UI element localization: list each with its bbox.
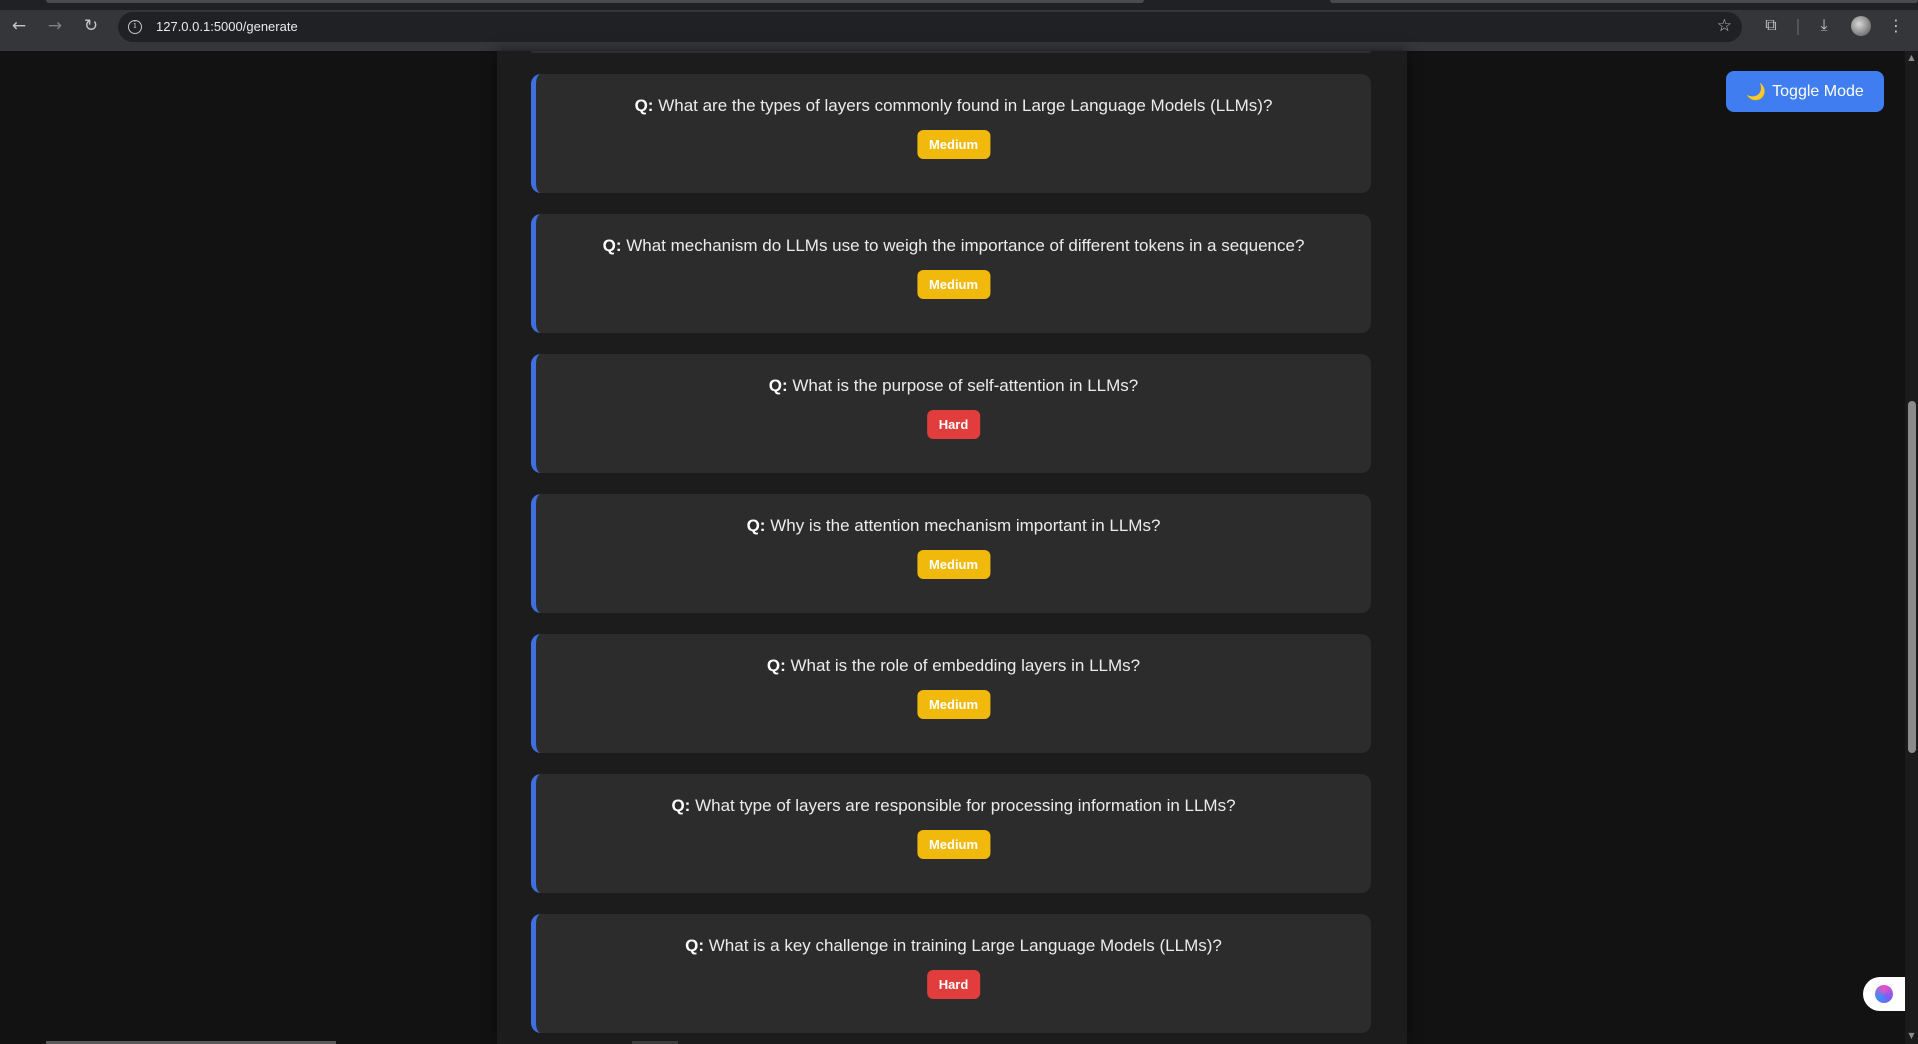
question-body: Why is the attention mechanism important… <box>770 516 1161 535</box>
difficulty-badge: Medium <box>916 690 991 719</box>
tab-indicator[interactable] <box>1330 0 1918 3</box>
vertical-scrollbar[interactable]: ▲ ▼ <box>1905 51 1918 1044</box>
difficulty-badge: Medium <box>916 830 991 859</box>
question-body: What is a key challenge in training Larg… <box>708 936 1222 955</box>
reload-icon: ↻ <box>83 16 99 36</box>
tab-strip <box>0 0 1918 10</box>
question-body: What are the types of layers commonly fo… <box>658 96 1273 115</box>
assistant-launcher-button[interactable] <box>1863 977 1905 1011</box>
arrow-right-icon: → <box>47 16 63 36</box>
question-text: Q: Why is the attention mechanism import… <box>536 515 1371 537</box>
toolbar-divider: | <box>1795 15 1801 35</box>
question-text: Q: What is the role of embedding layers … <box>536 655 1371 677</box>
question-prefix: Q: <box>746 516 766 535</box>
question-card: Q: Why is the attention mechanism import… <box>531 494 1371 613</box>
question-prefix: Q: <box>685 936 704 955</box>
scroll-up-arrow-icon[interactable]: ▲ <box>1907 53 1916 62</box>
question-prefix: Q: <box>766 656 786 675</box>
download-icon[interactable]: ⤓ <box>1813 14 1835 36</box>
arrow-left-icon: ← <box>11 16 27 36</box>
question-card: Q: What type of layers are responsible f… <box>531 774 1371 893</box>
question-card: Q: What are the types of layers commonly… <box>531 74 1371 193</box>
scroll-thumb[interactable] <box>1908 401 1916 753</box>
info-icon[interactable]: i <box>128 20 142 34</box>
difficulty-badge: Medium <box>916 130 991 159</box>
question-prefix: Q: <box>768 376 788 395</box>
moon-icon: 🌙 <box>1746 83 1767 101</box>
vertical-dots-icon[interactable]: ⋮ <box>1885 14 1907 36</box>
question-body: What mechanism do LLMs use to weigh the … <box>626 236 1305 255</box>
question-text: Q: What is the purpose of self-attention… <box>536 375 1371 397</box>
question-body: What is the purpose of self-attention in… <box>792 376 1139 395</box>
puzzle-icon[interactable]: ⧉ <box>1760 14 1782 36</box>
difficulty-badge: Medium <box>916 550 991 579</box>
question-card: Q: What mechanism do LLMs use to weigh t… <box>531 214 1371 333</box>
toggle-mode-button[interactable]: 🌙 Toggle Mode <box>1726 71 1884 112</box>
question-prefix: Q: <box>602 236 622 255</box>
browser-toolbar: ← → ↻ i 127.0.0.1:5000/generate ☆ ⧉ | ⤓ … <box>0 0 1918 51</box>
question-text: Q: What are the types of layers commonly… <box>536 95 1371 117</box>
difficulty-badge: Medium <box>916 270 991 299</box>
question-text: Q: What type of layers are responsible f… <box>536 795 1371 817</box>
question-card: Q: What is the purpose of self-attention… <box>531 354 1371 473</box>
scroll-down-arrow-icon[interactable]: ▼ <box>1907 1031 1916 1040</box>
previous-card-bottom <box>531 51 1371 53</box>
brain-icon <box>1875 985 1893 1003</box>
tab-indicator[interactable] <box>46 0 1144 3</box>
address-bar[interactable]: i 127.0.0.1:5000/generate ☆ <box>118 12 1742 42</box>
difficulty-badge: Hard <box>926 410 981 439</box>
question-text: Q: What is a key challenge in training L… <box>536 935 1371 957</box>
page-viewport: Q: What are the types of layers commonly… <box>0 51 1918 1044</box>
question-card: Q: What is the role of embedding layers … <box>531 634 1371 753</box>
url-text[interactable]: 127.0.0.1:5000/generate <box>156 19 298 34</box>
question-prefix: Q: <box>671 796 691 815</box>
toggle-mode-label: Toggle Mode <box>1772 82 1864 100</box>
question-text: Q: What mechanism do LLMs use to weigh t… <box>536 235 1371 257</box>
question-body: What is the role of embedding layers in … <box>790 656 1141 675</box>
back-button[interactable]: ← <box>6 13 32 39</box>
reload-button[interactable]: ↻ <box>78 13 104 39</box>
question-prefix: Q: <box>634 96 654 115</box>
difficulty-badge: Hard <box>926 970 981 999</box>
star-icon[interactable]: ☆ <box>1717 16 1732 36</box>
profile-avatar[interactable] <box>1851 16 1871 36</box>
forward-button[interactable]: → <box>42 13 68 39</box>
question-body: What type of layers are responsible for … <box>695 796 1236 815</box>
question-card: Q: What is a key challenge in training L… <box>531 914 1371 1033</box>
